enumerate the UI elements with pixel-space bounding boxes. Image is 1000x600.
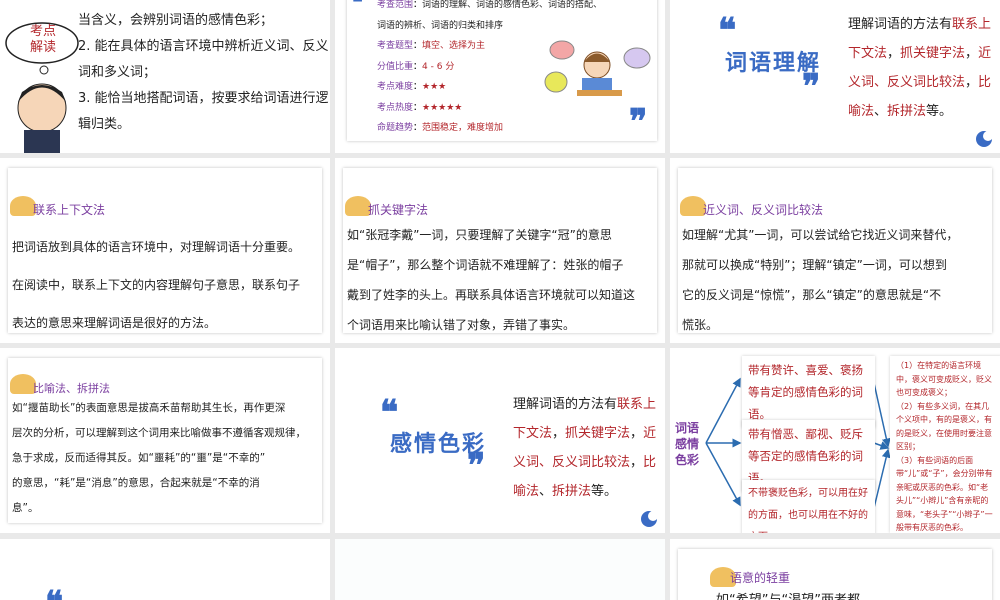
info-value: 填空、选择为主 [422,41,486,51]
slide-thumbnail-8[interactable]: ❝ 感情色彩 ❞ 理解词语的方法有联系上下文法，抓关键字法，近义词、反义词比较法… [335,348,665,533]
objective-line: 2. 能在具体的语言环境中辨析近义词、反义 [78,39,329,54]
slide-thumbnail-4[interactable]: 联系上下文法 把词语放到具体的语言环境中，对理解词语十分重要。 在阅读中，联系上… [0,158,330,343]
boy-speaking-icon [544,40,651,96]
body-line: 如理解“尤其”一词，可以尝试给它找近义词来替代， [682,228,959,242]
method-heading: 抓关键字法 [368,203,429,217]
method-text: 拆拼法 [887,104,927,119]
body-line: 那就可以换成“特别”；理解“镇定”一词，可以想到 [682,258,947,272]
lead-text: 理解词语的方法有 [513,397,618,412]
info-label: 考点难度 [377,82,414,92]
body-line: 的意思，“耗”是“消息”的意思，合起来就是“不幸的消 [12,477,260,489]
content-card: 近义词、反义词比较法 如理解“尤其”一词，可以尝试给它找近义词来替代， 那就可以… [678,168,992,333]
body-line: 是“帽子”，那么整个词语就不难理解了：姓张的帽子 [347,258,624,272]
content-card: 比喻法、拆拼法 如“揠苗助长”的表面意思是拔高禾苗帮助其生长，再作更深 层次的分… [8,358,322,523]
objective-line: 辑归类。 [78,117,131,132]
content-card: 抓关键字法 如“张冠李戴”一词，只要理解了关键字“冠”的意思 是“帽子”，那么整… [343,168,657,333]
body-line: 个词语用来比喻认错了对象，弄错了事实。 [347,318,576,332]
slide-thumbnail-3[interactable]: ❝ 词语理解 ❞ 理解词语的方法有联系上下文法，抓关键字法，近义词、反义词比较法… [670,0,1000,153]
close-quote-icon: ❞ [629,102,648,142]
slide-thumbnail-9[interactable]: 词语感情色彩 带有赞许、喜爱、褒扬等肯定的感情色彩的词语。 带有憎恶、鄙视、贬斥… [670,348,1000,533]
popularity-stars: ★★★★★ [422,102,463,113]
note-line: （2）有些多义词，在其几个义项中，有的是褒义，有的是贬义，在使用时要注意区别； [896,401,992,452]
method-text: 拆拼法 [552,484,592,499]
difficulty-stars: ★★★ [422,82,447,92]
content-card: 语意的轻重 如“希望”与“渴望”两者都 [678,549,992,600]
info-value: 词语的辨析、词语的归类和排序 [377,20,504,31]
slide-thumbnail-11[interactable] [335,539,665,600]
objective-line: 词和多义词； [78,65,157,80]
body-line: 如“揠苗助长”的表面意思是拔高禾苗帮助其生长，再作更深 [12,402,286,414]
info-label: 命题趋势 [377,123,414,133]
end-text: 等。 [926,104,953,119]
decor-circles-icon [641,511,658,527]
lead-text: 理解词语的方法有 [848,17,953,32]
body-line: 如“张冠李戴”一词，只要理解了关键字“冠”的意思 [347,228,612,242]
info-card: ❝ 考查范围：词语的理解、词语的感情色彩、词语的搭配、 词语的辨析、词语的归类和… [347,0,657,141]
slide-thumbnail-12[interactable]: 语意的轻重 如“希望”与“渴望”两者都 [670,539,1000,600]
close-quote-icon: ❞ [802,67,821,107]
open-quote-icon: ❝ [45,587,63,600]
info-value: 词语的理解、词语的感情色彩、词语的搭配、 [422,0,603,10]
info-value: 范围稳定，难度增加 [422,123,504,133]
info-label: 考点热度 [377,102,414,113]
note-line: （3）有些词语的后面带“儿”或“子”，会分别带有亲昵或厌恶的色彩。如“老头儿”“… [896,455,993,533]
bubble-label: 考点解读 [29,24,56,55]
notes-box: （1）在特定的语言环境中，褒义可变成贬义，贬义也可变成褒义； （2）有些多义词，… [890,356,1000,533]
method-heading: 语意的轻重 [730,571,791,585]
close-quote-icon: ❞ [467,446,486,486]
decor-circles-icon [976,131,993,147]
slide-thumbnail-10[interactable]: ❝ [0,539,330,600]
slide-thumbnail-2[interactable]: ❝ 考查范围：词语的理解、词语的感情色彩、词语的搭配、 词语的辨析、词语的归类和… [335,0,665,153]
body-line: 慌张。 [682,318,719,332]
info-label: 考查范围 [377,0,414,10]
info-label: 分值比重 [377,61,414,72]
body-line: 把词语放到具体的语言环境中，对理解词语十分重要。 [12,240,301,254]
open-quote-icon: ❝ [352,0,363,14]
body-line: 急于求成，反而适得其反。如“噩耗”的“噩”是“不幸的” [12,452,266,464]
slide-thumbnail-7[interactable]: 比喻法、拆拼法 如“揠苗助长”的表面意思是拔高禾苗帮助其生长，再作更深 层次的分… [0,348,330,533]
slide-thumbnail-1[interactable]: 考点解读 当含义，会辨别词语的感情色彩； 2. 能在具体的语言环境中辨析近义词、… [0,0,330,153]
branch-box: 带有赞许、喜爱、褒扬等肯定的感情色彩的词语。 [742,356,875,428]
method-heading: 联系上下文法 [33,203,106,217]
note-line: （1）在特定的语言环境中，褒义可变成贬义，贬义也可变成褒义； [896,361,992,397]
body-line: 在阅读中，联系上下文的内容理解句子意思，联系句子 [12,278,301,292]
body-line: 戴到了姓李的头上。再联系具体语言环境就可以知道这 [347,288,636,302]
content-card: 联系上下文法 把词语放到具体的语言环境中，对理解词语十分重要。 在阅读中，联系上… [8,168,322,333]
method-heading: 比喻法、拆拼法 [33,382,110,395]
method-text: 抓关键字法 [900,46,966,61]
info-label: 考查题型 [377,41,414,51]
branch-box: 不带褒贬色彩，可以用在好的方面，也可以用在不好的方面。 [742,480,875,533]
objective-line: 3. 能恰当地搭配词语，按要求给词语进行逻 [78,91,329,106]
method-heading: 近义词、反义词比较法 [703,203,824,217]
slide-thumbnail-5[interactable]: 抓关键字法 如“张冠李戴”一词，只要理解了关键字“冠”的意思 是“帽子”，那么整… [335,158,665,343]
method-text: 抓关键字法 [565,426,631,441]
end-text: 等。 [591,484,618,499]
body-line: 它的反义词是“惊慌”，那么“镇定”的意思就是“不 [682,288,942,302]
info-value: 4 - 6 分 [422,61,455,72]
open-quote-icon: ❝ [380,393,399,433]
open-quote-icon: ❝ [718,11,737,51]
slide-thumbnail-6[interactable]: 近义词、反义词比较法 如理解“尤其”一词，可以尝试给它找近义词来替代， 那就可以… [670,158,1000,343]
objective-line: 当含义，会辨别词语的感情色彩； [78,13,274,28]
body-line: 表达的意思来理解词语是很好的方法。 [12,316,217,330]
body-line: 层次的分析，可以理解到这个词用来比喻做事不遵循客观规律， [12,427,306,439]
body-line: 息”。 [12,502,39,514]
body-line: 如“希望”与“渴望”两者都 [716,588,860,600]
